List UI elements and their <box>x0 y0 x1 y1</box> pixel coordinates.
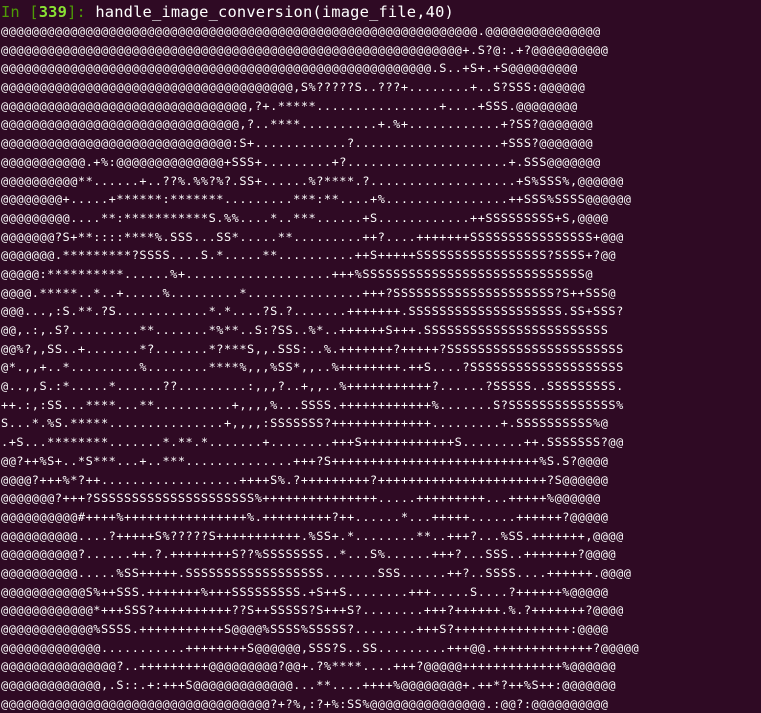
command-text: handle_image_conversion(image_file,40) <box>95 3 454 21</box>
ascii-art-row: @@@@@@@@@@@@@@@@@@@@@@@@@@@@@@@,?..****.… <box>1 117 594 132</box>
ascii-art-row: @@@@@@@@@@#++++%++++++++++++++++%.++++++… <box>1 509 609 524</box>
terminal-window[interactable]: In [339]: handle_image_conversion(image_… <box>0 0 761 711</box>
ascii-art-row: @@@@@@@@+.....+******:*******.........**… <box>1 192 632 207</box>
input-prompt: In [339]: handle_image_conversion(image_… <box>1 2 454 22</box>
ascii-art-row: @@@@@@@@@@@@@@@@@@@@@@@@@@@@@@@@@@@?+?%,… <box>1 696 609 711</box>
ascii-art-row: @@@@@@@@@@@@@@@@@@@@@@@@@@@@@@@@@@@@@@@@… <box>1 61 578 76</box>
ascii-art-row: @@@@@@@@@@**......+..??%.%%?%?.SS+......… <box>1 173 624 188</box>
ascii-art-row: @@@@@:**********......%+................… <box>1 266 594 281</box>
ascii-art-row: @@%?,,SS..+.......*?.......*?***S,,.SSS:… <box>1 341 624 356</box>
ascii-art-row: @@@@@@@@@@@@@@@?..+++++++++@@@@@@@@@?@@+… <box>1 659 617 674</box>
ascii-art-row: @@@@@@@@@@@@@@@@@@@@@@@@@@@@@@@@@@@@@@@@… <box>1 42 609 57</box>
ascii-art-row: @@@@@@@@@@@@@,.S::.+:+++S@@@@@@@@@@@@@..… <box>1 678 617 693</box>
ascii-art-row: S...*.%S.*****...............+,,,,:SSSSS… <box>1 416 609 431</box>
ascii-art-row: @@@@@@@@@@@@@...........++++++++S@@@@@@,… <box>1 640 640 655</box>
prompt-in-label: In [ <box>1 3 39 21</box>
ascii-art-row: @@@@?+++%*?++..................++++S%.?+… <box>1 472 609 487</box>
ascii-art-row: @@@@@@@@@@@@@@@@@@@@@@@@@@@@@@:S+.......… <box>1 136 594 151</box>
ascii-art-row: @@@@@@@@@@.....%SS+++++.SSSSSSSSSSSSSSSS… <box>1 565 632 580</box>
ascii-art-row: .+S...********.......*.**.*.......+.....… <box>1 435 624 450</box>
ascii-art-row: @@@@@@@@@@?......++.?.++++++++S??%SSSSSS… <box>1 547 617 562</box>
ascii-art-row: @@@@@@@@@@@.+%:@@@@@@@@@@@@@@+SSS+......… <box>1 154 601 169</box>
ascii-art-row: @@@@@@@@@....**:***********S.%%....*..**… <box>1 210 609 225</box>
ascii-art-row: ++.:,:SS...****...**..........+,,,,%...S… <box>1 397 624 412</box>
ascii-art-output: @@@@@@@@@@@@@@@@@@@@@@@@@@@@@@@@@@@@@@@@… <box>1 22 639 713</box>
ascii-art-row: @@@@@@@@@@@@@@@@@@@@@@@@@@@@@@@@@@@@@@@@… <box>1 24 601 38</box>
ascii-art-row: @@@@@@@@@@@@@@@@@@@@@@@@@@@@@@@@,?+.****… <box>1 98 578 113</box>
ascii-art-row: @@,.:,.S?.........**.......*%**..S:?SS..… <box>1 323 609 337</box>
ascii-art-row: @@@@@@@.*********?SSSS....S.*.....**....… <box>1 248 617 263</box>
ascii-art-row: @@?++%S+..*S***...+..***..............++… <box>1 453 609 468</box>
ascii-art-row: @@@@@@@@@@@@@@@@@@@@@@@@@@@@@@@@@@@@@@,S… <box>1 80 586 95</box>
ascii-art-row: @@@@@@@@@@@S%++SSS.+++++++%+++SSSSSSSSS.… <box>1 584 609 599</box>
ascii-art-row: @@@@@@@@@@@@*+++SSS?++++++++++??S++SSSSS… <box>1 603 624 618</box>
ascii-art-row: @@@@@@@@@@....?+++++S%?????S+++++++++++.… <box>1 528 624 543</box>
ascii-art-row: @@@...,:S.**.?S............*.*....?S.?..… <box>1 304 624 319</box>
prompt-number: 339 <box>38 3 68 21</box>
ascii-art-row: @@@@.*****..*..+.....%.........*........… <box>1 285 617 300</box>
ascii-art-row: @@@@@@@@@@@@%SSSS.+++++++++++S@@@@%SSSS%… <box>1 622 609 636</box>
ascii-art-row: @@@@@@@?+++?SSSSSSSSSSSSSSSSSSSSS%++++++… <box>1 491 601 506</box>
prompt-close-label: ]: <box>67 3 96 21</box>
ascii-art-row: @*.,,+..*.........%........****%,,,%SS*,… <box>1 360 624 375</box>
ascii-art-row: @..,,S.:*.....*......??.........:,,,?..+… <box>1 379 624 394</box>
ascii-art-row: @@@@@@@?S+**::::****%.SSS...SS*.....**..… <box>1 229 624 244</box>
